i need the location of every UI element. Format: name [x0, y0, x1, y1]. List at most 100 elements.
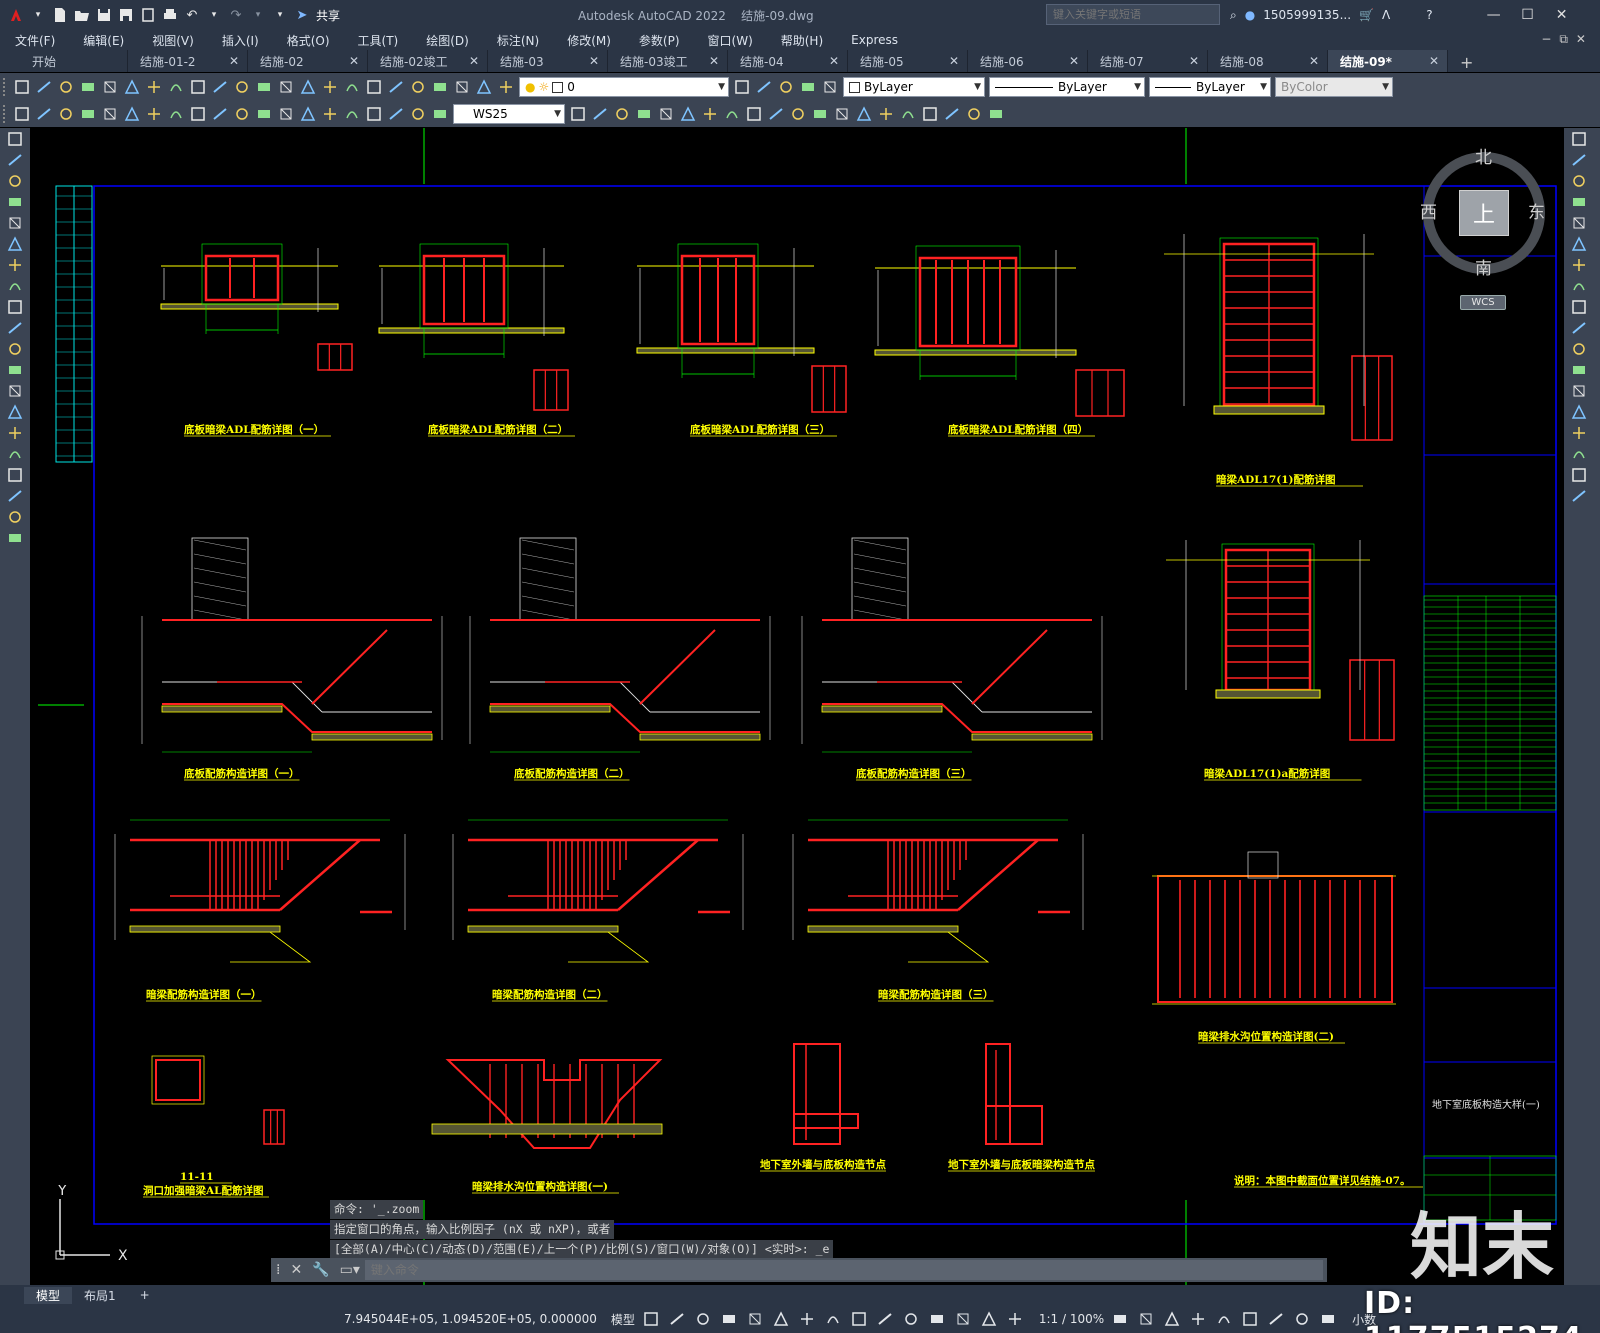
- layer-walk-icon[interactable]: [798, 77, 818, 97]
- rectangle-icon[interactable]: [3, 213, 27, 233]
- radius-icon[interactable]: [100, 104, 120, 124]
- lineweight-combo[interactable]: ByLayer ▼: [1149, 76, 1271, 97]
- arc-length-icon[interactable]: [56, 104, 76, 124]
- help-icon[interactable]: [496, 77, 516, 97]
- move-icon[interactable]: [1567, 234, 1591, 254]
- zoom-previous-icon[interactable]: [342, 77, 362, 97]
- undo-icon[interactable]: [232, 77, 252, 97]
- blend-icon[interactable]: [1567, 465, 1591, 485]
- search-input[interactable]: [1046, 4, 1220, 25]
- compass-west[interactable]: 西: [1420, 198, 1437, 223]
- menu-insert[interactable]: 插入(I): [207, 32, 272, 49]
- user-account[interactable]: 1505999135...: [1263, 8, 1351, 22]
- view-iso-icon[interactable]: [986, 104, 1006, 124]
- annotation-scale[interactable]: 1:1 / 100%: [1039, 1312, 1104, 1326]
- layer-previous-icon[interactable]: [732, 77, 752, 97]
- plot-icon[interactable]: [160, 5, 180, 25]
- view-top-icon[interactable]: [920, 104, 940, 124]
- construction-line-icon[interactable]: [3, 150, 27, 170]
- compass-south[interactable]: 南: [1475, 254, 1492, 279]
- snap-icon[interactable]: [667, 1309, 687, 1329]
- selection-cycling-icon[interactable]: [901, 1309, 921, 1329]
- polyline-icon[interactable]: [3, 171, 27, 191]
- compass-north[interactable]: 北: [1475, 143, 1492, 168]
- close-tab-icon[interactable]: ✕: [709, 54, 719, 68]
- command-customize-icon[interactable]: 🔧: [307, 1262, 334, 1278]
- preview-icon[interactable]: [100, 77, 120, 97]
- print-icon[interactable]: [78, 77, 98, 97]
- menu-view[interactable]: 视图(V): [137, 32, 207, 49]
- break-icon[interactable]: [1567, 381, 1591, 401]
- space-icon[interactable]: [254, 104, 274, 124]
- save-as-icon[interactable]: [116, 5, 136, 25]
- toolpalette-icon[interactable]: [408, 77, 428, 97]
- menu-file[interactable]: 文件(F): [0, 32, 68, 49]
- autocad-logo-icon[interactable]: [6, 5, 26, 25]
- zoom-window-icon[interactable]: [320, 77, 340, 97]
- baseline-icon[interactable]: [210, 104, 230, 124]
- offset-icon[interactable]: [1567, 192, 1591, 212]
- compass-east[interactable]: 东: [1528, 198, 1545, 223]
- ellipse-icon[interactable]: [3, 318, 27, 338]
- match-icon[interactable]: [210, 77, 230, 97]
- new-file-icon[interactable]: [50, 5, 70, 25]
- redo-arrow-icon[interactable]: ▾: [248, 5, 268, 25]
- open-file-icon[interactable]: [72, 5, 92, 25]
- extend-icon[interactable]: [1567, 339, 1591, 359]
- trim-icon[interactable]: [1567, 318, 1591, 338]
- copy-object-icon[interactable]: [1567, 150, 1591, 170]
- graphics-icon[interactable]: [1266, 1309, 1286, 1329]
- open-icon[interactable]: [34, 77, 54, 97]
- maximize-icon[interactable]: ☐: [1515, 7, 1541, 23]
- calc-icon[interactable]: [474, 77, 494, 97]
- array-icon[interactable]: [1567, 213, 1591, 233]
- linetype-combo[interactable]: ByLayer ▼: [989, 76, 1145, 97]
- zoom-realtime-icon[interactable]: [298, 77, 318, 97]
- menu-tools[interactable]: 工具(T): [343, 32, 412, 49]
- menu-format[interactable]: 格式(O): [272, 32, 343, 49]
- paste-icon[interactable]: [188, 77, 208, 97]
- close-icon[interactable]: ✕: [1549, 7, 1575, 23]
- tab-file[interactable]: 结施-03竣工 ✕: [608, 50, 728, 72]
- hatch-icon[interactable]: [3, 423, 27, 443]
- undo-icon[interactable]: ↶: [182, 5, 202, 25]
- layer-iso-icon[interactable]: [820, 77, 840, 97]
- box-icon[interactable]: [568, 104, 588, 124]
- torus-icon[interactable]: [678, 104, 698, 124]
- annotation-visibility-icon[interactable]: [979, 1309, 999, 1329]
- menu-express[interactable]: Express: [836, 33, 911, 47]
- command-input[interactable]: [364, 1260, 1323, 1280]
- explode-icon[interactable]: [1567, 486, 1591, 506]
- units-icon[interactable]: [1162, 1309, 1182, 1329]
- annotation-monitor-icon[interactable]: [1136, 1309, 1156, 1329]
- isodraft-icon[interactable]: [771, 1309, 791, 1329]
- break-icon[interactable]: [276, 104, 296, 124]
- wcs-menu[interactable]: WCS: [1460, 295, 1506, 310]
- join-icon[interactable]: [1567, 402, 1591, 422]
- close-tab-icon[interactable]: ✕: [469, 54, 479, 68]
- add-selected-icon[interactable]: [3, 528, 27, 548]
- 3d-osnap-icon[interactable]: [927, 1309, 947, 1329]
- polygon-icon[interactable]: [3, 192, 27, 212]
- qnew-icon[interactable]: [12, 77, 32, 97]
- cloud-save-icon[interactable]: [138, 5, 158, 25]
- close-tab-icon[interactable]: ✕: [229, 54, 239, 68]
- section-icon[interactable]: [832, 104, 852, 124]
- auto-scale-icon[interactable]: [1005, 1309, 1025, 1329]
- mirror-icon[interactable]: [1567, 171, 1591, 191]
- transparency-icon[interactable]: [875, 1309, 895, 1329]
- menu-parametric[interactable]: 参数(P): [624, 32, 693, 49]
- dim-text-edit-icon[interactable]: [408, 104, 428, 124]
- redo-icon[interactable]: [254, 77, 274, 97]
- render-icon[interactable]: [876, 104, 896, 124]
- coordinate-readout[interactable]: 7.945044E+05, 1.094520E+05, 0.000000: [344, 1312, 597, 1326]
- stretch-icon[interactable]: [1567, 297, 1591, 317]
- rotate-icon[interactable]: [1567, 255, 1591, 275]
- osnap-track-icon[interactable]: [797, 1309, 817, 1329]
- close-tab-icon[interactable]: ✕: [1189, 54, 1199, 68]
- grid-icon[interactable]: [641, 1309, 661, 1329]
- sphere-icon[interactable]: [634, 104, 654, 124]
- continue-icon[interactable]: [232, 104, 252, 124]
- save-icon[interactable]: [56, 77, 76, 97]
- cylinder-icon[interactable]: [590, 104, 610, 124]
